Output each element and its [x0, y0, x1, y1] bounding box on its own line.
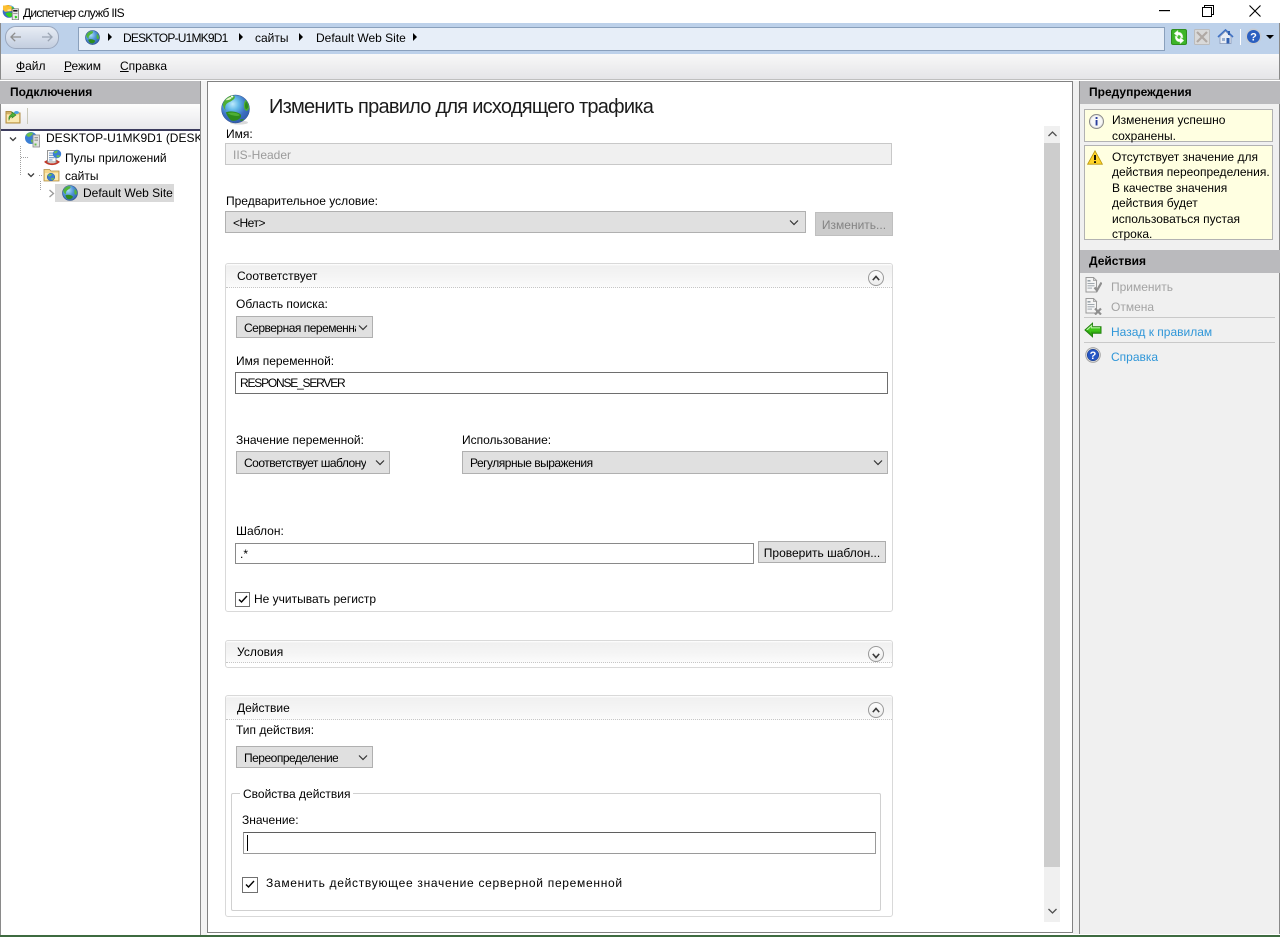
- svg-text:?: ?: [1090, 350, 1097, 362]
- svg-text:?: ?: [1250, 32, 1257, 44]
